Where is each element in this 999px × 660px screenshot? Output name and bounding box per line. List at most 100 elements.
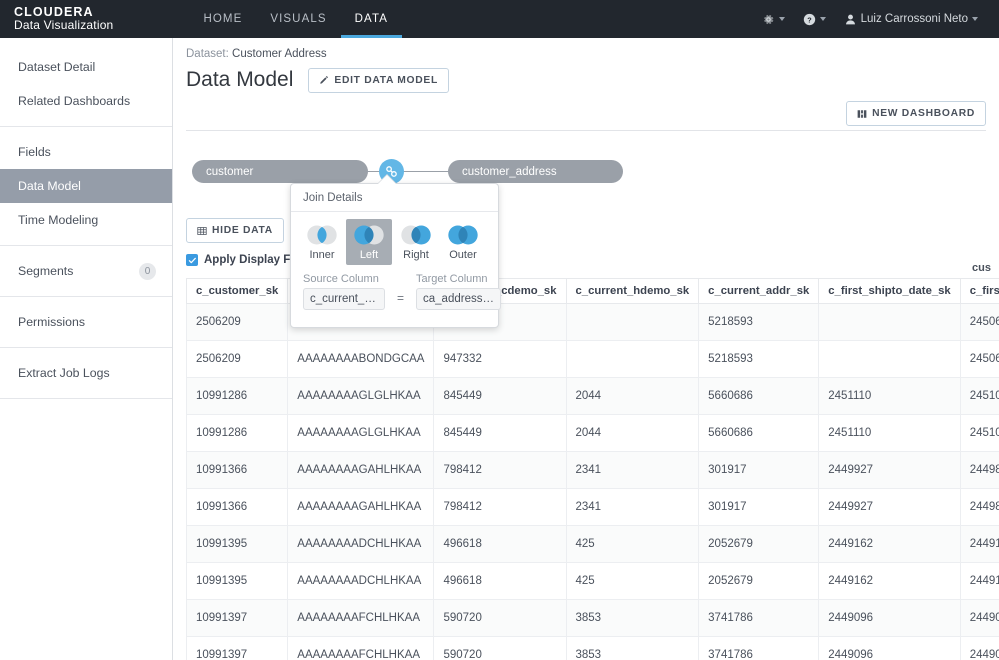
- source-column-select[interactable]: c_current_ad...: [303, 288, 385, 310]
- sidebar-item-fields[interactable]: Fields: [0, 135, 172, 169]
- table-cell: 2506209: [186, 303, 289, 341]
- user-name-label: Luiz Carrossoni Neto: [860, 13, 968, 25]
- target-column-label: Target Column: [416, 273, 488, 285]
- sidebar-item-related-dashboards[interactable]: Related Dashboards: [0, 84, 172, 118]
- svg-text:?: ?: [807, 15, 812, 24]
- user-icon: [844, 13, 857, 26]
- chevron-down-icon: [819, 17, 826, 21]
- sidebar-item-dataset-detail[interactable]: Dataset Detail: [0, 50, 172, 84]
- table-cell: 2449066: [959, 636, 999, 660]
- join-type-outer[interactable]: Outer: [440, 219, 486, 265]
- table-cell: [818, 303, 961, 341]
- settings-menu[interactable]: [753, 13, 794, 26]
- question-circle-icon: ?: [803, 13, 816, 26]
- edit-data-model-button[interactable]: EDIT DATA MODEL: [308, 67, 449, 93]
- table-cell: 590720: [433, 599, 567, 637]
- sidebar-item-permissions[interactable]: Permissions: [0, 305, 172, 339]
- cloudera-logo[interactable]: CLOUDERA Data Visualization: [14, 6, 113, 32]
- table-col-c_first_sales_date_sk[interactable]: c_first_sales_date_sk: [959, 278, 999, 304]
- table-cell: 5218593: [698, 303, 820, 341]
- table-cell: 2449927: [818, 451, 961, 489]
- table-cell: 10991395: [186, 525, 289, 563]
- table-cell: 2450619: [959, 303, 999, 341]
- nav-link-data[interactable]: DATA: [341, 0, 402, 38]
- table-col-c_current_addr_sk[interactable]: c_current_addr_sk: [698, 278, 820, 304]
- join-columns-row: Source Column c_current_ad... = Target C…: [291, 265, 502, 310]
- dashboard-icon: [857, 109, 867, 119]
- table-cell: 425: [565, 525, 700, 563]
- table-cell: 2451110: [818, 377, 961, 415]
- source-column-group: Source Column c_current_ad...: [303, 273, 385, 310]
- source-column-label: Source Column: [303, 273, 379, 285]
- table-row[interactable]: 10991286 AAAAAAAAGLGLHKAA 845449 2044 56…: [186, 414, 999, 452]
- table-row[interactable]: 2506209 AAAAAAAABONDGCAA 947332 5218593 …: [186, 340, 999, 378]
- help-menu[interactable]: ?: [794, 13, 835, 26]
- join-type-left[interactable]: Left: [346, 219, 392, 265]
- sidebar-item-extract-job-logs[interactable]: Extract Job Logs: [0, 356, 172, 390]
- sidebar-item-segments[interactable]: Segments 0: [0, 254, 172, 288]
- sidebar-item-label: Fields: [18, 145, 51, 159]
- table-col-c_customer_sk[interactable]: c_customer_sk: [186, 278, 289, 304]
- model-node-label: customer: [206, 165, 254, 178]
- table-row[interactable]: 10991395 AAAAAAAADCHLHKAA 496618 425 205…: [186, 525, 999, 563]
- model-node-customer-address[interactable]: customer_address: [448, 160, 623, 183]
- table-cell: [565, 303, 700, 341]
- user-menu[interactable]: Luiz Carrossoni Neto: [835, 13, 987, 26]
- sidebar-group-modeling: Fields Data Model Time Modeling: [0, 127, 172, 246]
- target-column-group: Target Column ca_address_sk: [416, 273, 502, 310]
- model-node-label: customer_address: [462, 165, 557, 178]
- nav-links: HOME VISUALS DATA: [189, 0, 402, 38]
- target-column-select[interactable]: ca_address_sk: [416, 288, 502, 310]
- table-cell: 2449897: [959, 451, 999, 489]
- breadcrumb-dataset-name[interactable]: Customer Address: [232, 48, 327, 60]
- table-cell: 5218593: [698, 340, 820, 378]
- table-cell: 2506209: [186, 340, 289, 378]
- table-cell: AAAAAAAAGLGLHKAA: [287, 377, 435, 415]
- table-row[interactable]: 10991397 AAAAAAAAFCHLHKAA 590720 3853 37…: [186, 599, 999, 637]
- table-cell: 2341: [565, 488, 700, 526]
- table-cell: AAAAAAAAGLGLHKAA: [287, 414, 435, 452]
- sidebar-item-data-model[interactable]: Data Model: [0, 169, 172, 203]
- join-type-right[interactable]: Right: [393, 219, 439, 265]
- table-row[interactable]: 10991286 AAAAAAAAGLGLHKAA 845449 2044 56…: [186, 377, 999, 415]
- table-col-c_first_shipto_date_sk[interactable]: c_first_shipto_date_sk: [818, 278, 961, 304]
- pencil-icon: [319, 75, 329, 85]
- table-cell: 10991286: [186, 377, 289, 415]
- table-cell: 10991395: [186, 562, 289, 600]
- join-popup-title: Join Details: [291, 184, 498, 212]
- edit-data-model-label: EDIT DATA MODEL: [334, 74, 438, 86]
- table-col-c_current_hdemo_sk[interactable]: c_current_hdemo_sk: [565, 278, 700, 304]
- nav-link-visuals[interactable]: VISUALS: [256, 0, 340, 38]
- table-cell: 2449162: [818, 562, 961, 600]
- table-cell: 2449096: [818, 599, 961, 637]
- table-cell: 5660686: [698, 377, 820, 415]
- sidebar-item-time-modeling[interactable]: Time Modeling: [0, 203, 172, 237]
- join-type-selector: Inner Left Right Outer: [291, 212, 498, 265]
- table-cell: 10991366: [186, 488, 289, 526]
- sidebar-item-label: Data Model: [18, 179, 81, 193]
- new-dashboard-button[interactable]: NEW DASHBOARD: [846, 101, 986, 126]
- table-cell: [565, 340, 700, 378]
- table-cell: 425: [565, 562, 700, 600]
- page-title-row: Data Model EDIT DATA MODEL: [173, 60, 999, 98]
- venn-left-icon: [354, 225, 384, 245]
- table-cell: AAAAAAAADCHLHKAA: [287, 562, 435, 600]
- nav-link-home[interactable]: HOME: [189, 0, 256, 38]
- segments-count-badge: 0: [139, 262, 156, 280]
- model-node-customer[interactable]: customer: [192, 160, 368, 183]
- join-type-inner[interactable]: Inner: [299, 219, 345, 265]
- table-row[interactable]: 10991397 AAAAAAAAFCHLHKAA 590720 3853 37…: [186, 636, 999, 660]
- table-row[interactable]: 10991366 AAAAAAAAGAHLHKAA 798412 2341 30…: [186, 488, 999, 526]
- table-cell: 2449066: [959, 599, 999, 637]
- hide-data-button[interactable]: HIDE DATA: [186, 218, 284, 243]
- table-body: 2506209 AAAAAAAABONDGCAA 947332 5218593 …: [186, 303, 999, 660]
- table-row[interactable]: 10991395 AAAAAAAADCHLHKAA 496618 425 205…: [186, 562, 999, 600]
- table-row[interactable]: 10991366 AAAAAAAAGAHLHKAA 798412 2341 30…: [186, 451, 999, 489]
- graph-edge-right: [402, 171, 452, 172]
- sidebar-item-label: Segments: [18, 264, 74, 278]
